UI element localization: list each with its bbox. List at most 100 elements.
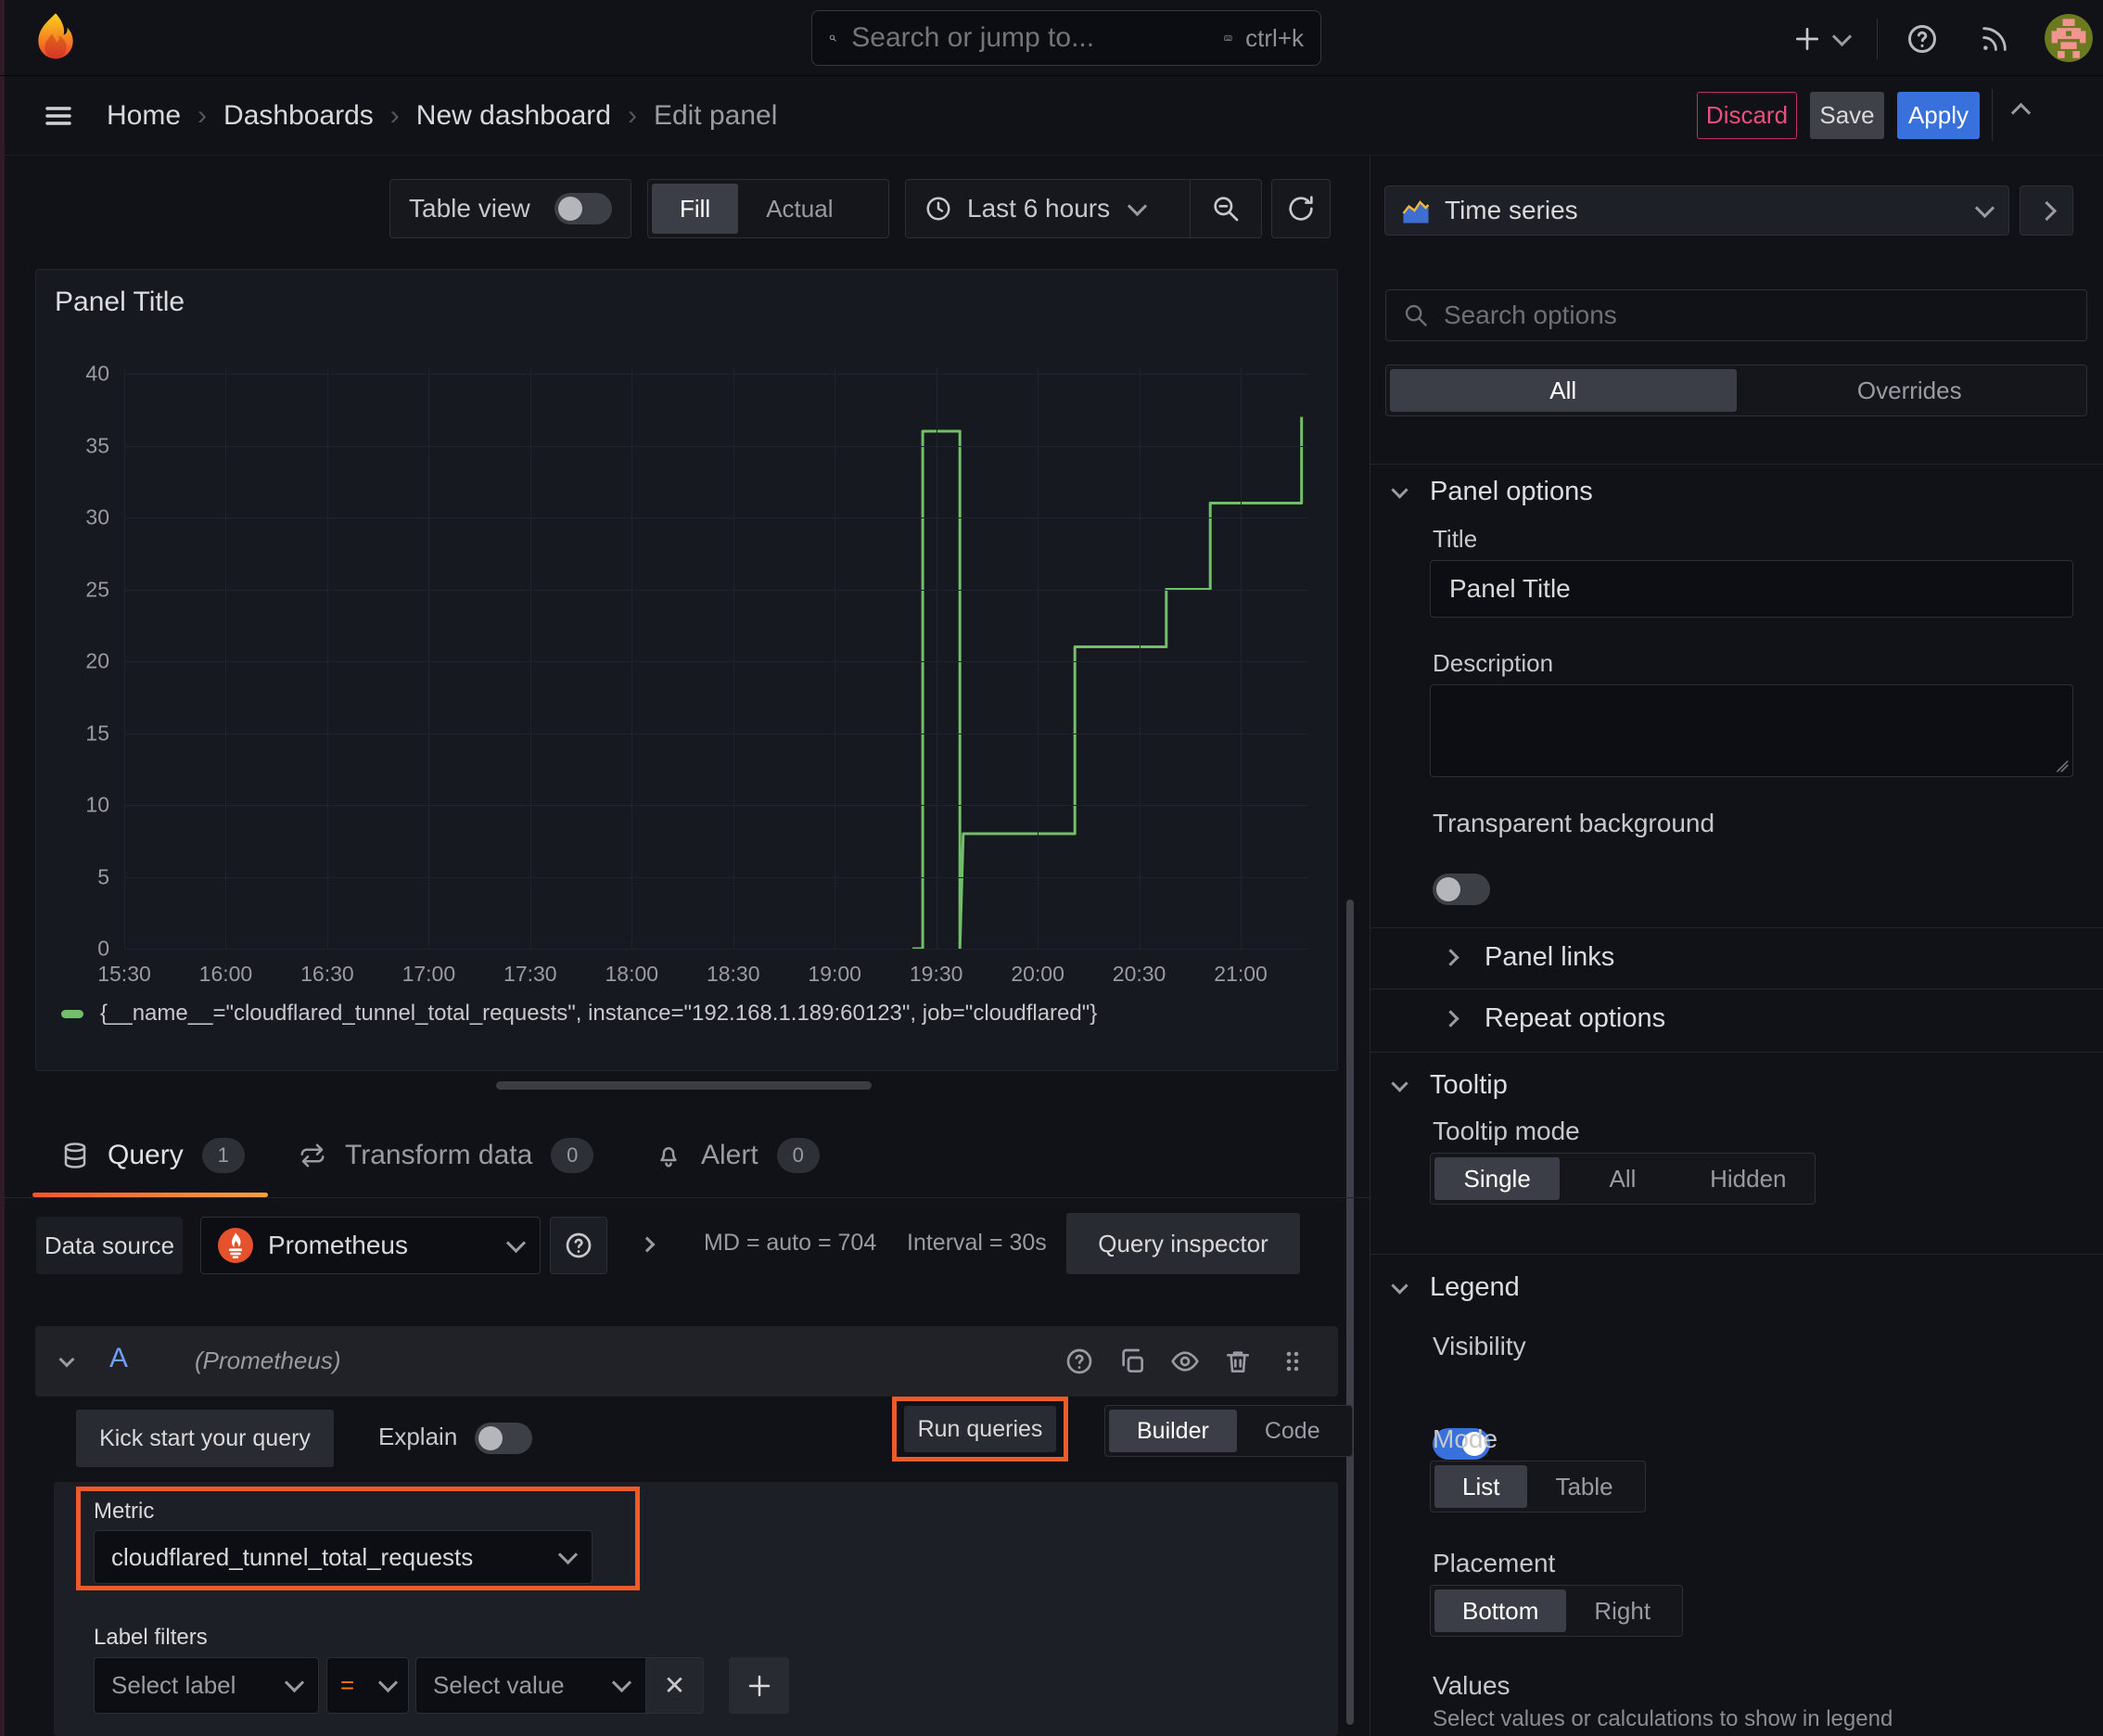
- operator-value: =: [340, 1671, 355, 1699]
- tab-overrides[interactable]: Overrides: [1737, 369, 2084, 412]
- drag-query-handle[interactable]: [1278, 1347, 1307, 1376]
- placement-bottom-option[interactable]: Bottom: [1434, 1589, 1567, 1632]
- x-axis-tick-label: 20:30: [1112, 962, 1166, 986]
- section-divider: [1370, 1254, 2103, 1255]
- tooltip-single-option[interactable]: Single: [1434, 1157, 1561, 1200]
- x-axis-tick-label: 20:00: [1011, 962, 1064, 986]
- select-label-dropdown[interactable]: Select label: [94, 1657, 319, 1714]
- select-value-dropdown[interactable]: Select value: [415, 1657, 646, 1714]
- gridline-y: [124, 445, 1308, 447]
- placement-right-option[interactable]: Right: [1566, 1589, 1678, 1632]
- panel-title-input[interactable]: [1447, 573, 2056, 605]
- panel-links-section[interactable]: Panel links: [1442, 927, 1614, 987]
- tab-transform[interactable]: Transform data 0: [299, 1126, 594, 1185]
- page-header-bar: Home › Dashboards › New dashboard › Edit…: [0, 76, 2103, 156]
- explain-toggle[interactable]: [475, 1423, 532, 1454]
- grip-icon: [1278, 1347, 1307, 1376]
- panel-resize-handle[interactable]: [496, 1081, 872, 1090]
- breadcrumb-dashboards[interactable]: Dashboards: [223, 100, 374, 132]
- panel-title-input-wrap: [1430, 560, 2073, 618]
- chevron-down-icon: [1391, 1276, 1408, 1295]
- visualization-picker[interactable]: Time series: [1384, 185, 2009, 236]
- grafana-logo[interactable]: [30, 11, 82, 63]
- panel-preview: Panel Title 0 5 10 15 20 25 30 35 40 15:30 16:00 16…: [35, 269, 1338, 1071]
- tab-alert[interactable]: Alert 0: [655, 1126, 820, 1185]
- query-row-header[interactable]: A (Prometheus): [35, 1326, 1338, 1397]
- search-input[interactable]: [849, 21, 1212, 55]
- resize-handle-icon[interactable]: [2046, 750, 2071, 774]
- panel-options-header[interactable]: Panel options: [1391, 464, 1593, 519]
- add-filter-button[interactable]: [729, 1657, 789, 1714]
- discard-button[interactable]: Discard: [1697, 92, 1797, 139]
- x-axis-tick-label: 17:30: [503, 962, 557, 986]
- plus-icon: [1792, 24, 1822, 54]
- menu-icon: [41, 101, 76, 131]
- news-button[interactable]: [1979, 23, 2010, 55]
- chart-legend[interactable]: {__name__="cloudflared_tunnel_total_requ…: [61, 1001, 1097, 1027]
- options-search-input[interactable]: [1442, 300, 2070, 331]
- new-item-dropdown[interactable]: [1792, 20, 1853, 57]
- remove-filter-button[interactable]: ✕: [646, 1657, 704, 1714]
- collapse-header-button[interactable]: [2010, 102, 2032, 123]
- title-label: Title: [1433, 525, 1478, 553]
- legend-table-option[interactable]: Table: [1527, 1465, 1640, 1508]
- panel-title[interactable]: Panel Title: [55, 287, 185, 318]
- delete-query-button[interactable]: [1223, 1347, 1253, 1376]
- grafana-app: ctrl+k: [0, 0, 2103, 1736]
- save-button[interactable]: Save: [1810, 92, 1884, 139]
- legend-list-option[interactable]: List: [1434, 1465, 1528, 1508]
- tooltip-all-option[interactable]: All: [1560, 1157, 1685, 1200]
- trash-icon: [1223, 1347, 1253, 1376]
- tooltip-hidden-option[interactable]: Hidden: [1686, 1157, 1811, 1200]
- options-search[interactable]: [1385, 289, 2087, 341]
- metric-select[interactable]: cloudflared_tunnel_total_requests: [94, 1530, 593, 1584]
- expand-options-chevron[interactable]: [639, 1236, 656, 1253]
- table-view-toggle[interactable]: [554, 193, 612, 224]
- duplicate-query-button[interactable]: [1117, 1347, 1147, 1376]
- description-textarea[interactable]: [1430, 684, 2073, 777]
- actual-option[interactable]: Actual: [738, 184, 860, 234]
- fill-option[interactable]: Fill: [652, 184, 739, 234]
- legend-section-header[interactable]: Legend: [1391, 1259, 1520, 1315]
- breadcrumb-home[interactable]: Home: [107, 100, 181, 132]
- tab-query[interactable]: Query 1: [61, 1126, 245, 1185]
- gridline-y: [124, 805, 1308, 806]
- refresh-button[interactable]: [1271, 179, 1331, 238]
- datasource-help-button[interactable]: [550, 1217, 607, 1274]
- x-axis-tick-label: 15:30: [97, 962, 151, 986]
- plot-area[interactable]: 0 5 10 15 20 25 30 35 40 15:30 16:00 16:30 17:00 17:3…: [85, 362, 1308, 986]
- zoom-out-button[interactable]: [1191, 179, 1261, 238]
- active-tab-underline: [32, 1193, 268, 1197]
- x-axis-tick-label: 18:00: [605, 962, 659, 986]
- help-button[interactable]: [1905, 22, 1939, 56]
- tooltip-section-header[interactable]: Tooltip: [1391, 1057, 1508, 1113]
- search-icon: [1403, 302, 1429, 328]
- tab-all[interactable]: All: [1390, 369, 1737, 412]
- query-inspector-button[interactable]: Query inspector: [1066, 1213, 1300, 1274]
- builder-option[interactable]: Builder: [1109, 1410, 1237, 1452]
- global-search[interactable]: ctrl+k: [811, 10, 1321, 66]
- chevron-down-icon: [1391, 480, 1408, 499]
- datasource-picker[interactable]: Prometheus: [200, 1217, 541, 1274]
- y-axis-tick-label: 20: [85, 648, 109, 673]
- collapse-query-chevron[interactable]: [58, 1351, 75, 1368]
- code-option[interactable]: Code: [1237, 1410, 1348, 1452]
- y-axis-tick-label: 10: [85, 792, 109, 817]
- scrollbar-thumb[interactable]: [1346, 900, 1354, 1725]
- operator-dropdown[interactable]: =: [326, 1657, 409, 1714]
- gridline-x: [529, 367, 531, 949]
- toggle-visibility-button[interactable]: [1170, 1347, 1200, 1376]
- transparent-bg-toggle[interactable]: [1433, 874, 1490, 905]
- toggle-viz-picker-button[interactable]: [2020, 185, 2073, 236]
- time-range-picker[interactable]: Last 6 hours: [906, 194, 1190, 223]
- apply-button[interactable]: Apply: [1897, 92, 1980, 139]
- breadcrumb-new-dashboard[interactable]: New dashboard: [416, 100, 611, 132]
- kick-start-button[interactable]: Kick start your query: [76, 1410, 334, 1467]
- user-avatar[interactable]: [2045, 14, 2093, 62]
- mega-menu-button[interactable]: [41, 101, 76, 131]
- tab-transform-label: Transform data: [345, 1140, 533, 1170]
- repeat-options-section[interactable]: Repeat options: [1442, 989, 1665, 1048]
- query-help-button[interactable]: [1064, 1347, 1094, 1376]
- run-queries-button[interactable]: Run queries: [904, 1406, 1056, 1452]
- values-label: Values: [1433, 1671, 1510, 1700]
